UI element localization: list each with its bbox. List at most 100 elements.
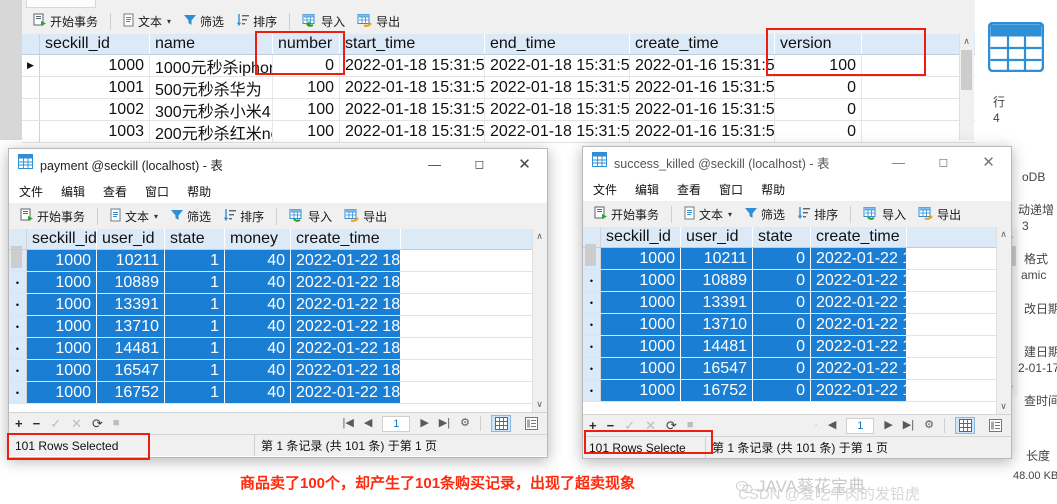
filter-button[interactable]: 筛选 bbox=[165, 206, 216, 227]
cell-seckill-id[interactable]: 1000 bbox=[601, 358, 681, 379]
cell-money[interactable]: 40 bbox=[225, 316, 291, 337]
cell-create-time[interactable]: 2022-01-16 15:31:53 bbox=[630, 55, 775, 76]
cell-state[interactable]: 1 bbox=[165, 382, 225, 403]
cell-name[interactable]: 1000元秒杀iphone8 bbox=[150, 55, 273, 76]
table-row[interactable]: •1000108891402022-01-22 18:5 bbox=[9, 272, 547, 294]
cell-seckill-id[interactable]: 1000 bbox=[40, 55, 150, 76]
cell-start-time[interactable]: 2022-01-18 15:31:53 bbox=[340, 77, 485, 98]
cell-state[interactable]: 0 bbox=[753, 336, 811, 357]
cell-seckill-id[interactable]: 1000 bbox=[27, 316, 97, 337]
last-record-button[interactable]: ▶| bbox=[903, 420, 914, 431]
cell-money[interactable]: 40 bbox=[225, 338, 291, 359]
cell-seckill-id[interactable]: 1000 bbox=[27, 338, 97, 359]
cell-seckill-id[interactable]: 1003 bbox=[40, 121, 150, 142]
next-record-button[interactable]: ▶ bbox=[884, 420, 892, 431]
table-row[interactable]: •10001654702022-01-22 18:5 bbox=[583, 358, 1011, 380]
menu-file[interactable]: 文件 bbox=[19, 183, 43, 200]
cell-start-time[interactable]: 2022-01-18 15:31:53 bbox=[340, 99, 485, 120]
cell-create-time[interactable]: 2022-01-22 18:5 bbox=[291, 338, 401, 359]
export-button[interactable]: 导出 bbox=[339, 206, 392, 227]
cell-seckill-id[interactable]: 1000 bbox=[27, 250, 97, 271]
close-button[interactable]: ✕ bbox=[502, 149, 547, 179]
add-record-button[interactable]: + bbox=[15, 417, 23, 430]
cell-user-id[interactable]: 13710 bbox=[97, 316, 165, 337]
cell-filler[interactable] bbox=[401, 338, 547, 359]
menu-edit[interactable]: 编辑 bbox=[635, 181, 659, 198]
table-row[interactable]: •1000133911402022-01-22 18:5 bbox=[9, 294, 547, 316]
settings-button[interactable]: ⚙ bbox=[924, 420, 934, 431]
cell-start-time[interactable]: 2022-01-18 15:31:53 bbox=[340, 121, 485, 142]
success-grid-body[interactable]: ▶10001021102022-01-22 18:5•1000108890202… bbox=[583, 248, 1011, 402]
cell-create-time[interactable]: 2022-01-22 18:5 bbox=[291, 294, 401, 315]
cell-create-time[interactable]: 2022-01-22 18:5 bbox=[291, 272, 401, 293]
menu-file[interactable]: 文件 bbox=[593, 181, 617, 198]
export-button[interactable]: 导出 bbox=[352, 11, 405, 32]
col-seckill-id[interactable]: seckill_id bbox=[27, 229, 97, 249]
cell-user-id[interactable]: 16547 bbox=[681, 358, 753, 379]
minimize-button[interactable]: — bbox=[412, 149, 457, 179]
cell-filler[interactable] bbox=[401, 294, 547, 315]
col-user-id[interactable]: user_id bbox=[97, 229, 165, 249]
cell-number[interactable]: 100 bbox=[273, 77, 340, 98]
cell-filler[interactable] bbox=[401, 360, 547, 381]
cell-seckill-id[interactable]: 1000 bbox=[601, 314, 681, 335]
text-button[interactable]: 文本 ▾ bbox=[105, 206, 163, 227]
col-end-time[interactable]: end_time bbox=[485, 34, 630, 54]
table-row[interactable]: •10001448102022-01-22 18:5 bbox=[583, 336, 1011, 358]
success-menubar[interactable]: 文件 编辑 查看 窗口 帮助 bbox=[583, 177, 1011, 201]
table-row[interactable]: 1003200元秒杀红米note1002022-01-18 15:31:5320… bbox=[22, 121, 1037, 143]
col-seckill-id[interactable]: seckill_id bbox=[601, 227, 681, 247]
cell-state[interactable]: 1 bbox=[165, 316, 225, 337]
scroll-up-icon[interactable]: ∧ bbox=[959, 34, 974, 49]
row-indicator[interactable]: • bbox=[583, 336, 601, 357]
cell-create-time[interactable]: 2022-01-22 18:5 bbox=[811, 314, 907, 335]
cell-number[interactable]: 100 bbox=[273, 99, 340, 120]
confirm-button[interactable]: ✓ bbox=[50, 417, 61, 430]
text-button[interactable]: 文本 ▾ bbox=[118, 11, 176, 32]
cell-state[interactable]: 1 bbox=[165, 360, 225, 381]
cell-user-id[interactable]: 16752 bbox=[681, 380, 753, 401]
cell-filler[interactable] bbox=[401, 250, 547, 271]
cell-state[interactable]: 1 bbox=[165, 338, 225, 359]
cell-create-time[interactable]: 2022-01-22 18:5 bbox=[291, 360, 401, 381]
success-killed-window[interactable]: success_killed @seckill (localhost) - 表 … bbox=[582, 146, 1012, 459]
col-user-id[interactable]: user_id bbox=[681, 227, 753, 247]
table-row[interactable]: •1000165471402022-01-22 18:5 bbox=[9, 360, 547, 382]
row-indicator[interactable]: • bbox=[9, 272, 27, 293]
prev-record-button[interactable]: ◀ bbox=[828, 420, 836, 431]
cell-user-id[interactable]: 10889 bbox=[681, 270, 753, 291]
success-scroll-down-icon[interactable]: ∨ bbox=[996, 399, 1011, 414]
cell-state[interactable]: 0 bbox=[753, 292, 811, 313]
prev-record-button[interactable]: ◀ bbox=[364, 418, 372, 429]
cell-create-time[interactable]: 2022-01-22 18:5 bbox=[291, 250, 401, 271]
background-scroll-thumb[interactable] bbox=[961, 50, 972, 90]
payment-grid[interactable]: seckill_id user_id state money create_ti… bbox=[9, 229, 547, 412]
cell-user-id[interactable]: 16547 bbox=[97, 360, 165, 381]
table-row[interactable]: •10001371002022-01-22 18:5 bbox=[583, 314, 1011, 336]
row-indicator[interactable]: • bbox=[583, 292, 601, 313]
last-record-button[interactable]: ▶| bbox=[439, 418, 450, 429]
cell-create-time[interactable]: 2022-01-16 15:31:53 bbox=[630, 77, 775, 98]
cell-money[interactable]: 40 bbox=[225, 294, 291, 315]
cell-create-time[interactable]: 2022-01-22 18:5 bbox=[811, 336, 907, 357]
table-row[interactable]: •1000144811402022-01-22 18:5 bbox=[9, 338, 547, 360]
cell-name[interactable]: 500元秒杀华为 bbox=[150, 77, 273, 98]
cell-seckill-id[interactable]: 1002 bbox=[40, 99, 150, 120]
cell-state[interactable]: 0 bbox=[753, 380, 811, 401]
cell-state[interactable]: 0 bbox=[753, 358, 811, 379]
menu-window[interactable]: 窗口 bbox=[145, 183, 169, 200]
col-number[interactable]: number bbox=[273, 34, 340, 54]
next-record-button[interactable]: ▶ bbox=[420, 418, 428, 429]
row-indicator[interactable]: • bbox=[583, 380, 601, 401]
cell-state[interactable]: 0 bbox=[753, 248, 811, 269]
text-button[interactable]: 文本 ▾ bbox=[679, 204, 737, 225]
table-row[interactable]: 1001 500元秒杀华为 100 2022-01-18 15:31:53 2022-0… bbox=[22, 77, 1037, 99]
import-button[interactable]: 导入 bbox=[297, 11, 350, 32]
cell-money[interactable]: 40 bbox=[225, 250, 291, 271]
maximize-button[interactable]: ◻ bbox=[457, 149, 502, 179]
success-navbar[interactable]: + − ✓ ✕ ⟳ ■ · ◀ 1 ▶ ▶| ⚙ bbox=[583, 414, 1011, 436]
cell-seckill-id[interactable]: 1001 bbox=[40, 77, 150, 98]
cell-name[interactable]: 200元秒杀红米note bbox=[150, 121, 273, 142]
menu-help[interactable]: 帮助 bbox=[187, 183, 211, 200]
success-scroll-up-icon[interactable]: ∧ bbox=[996, 227, 1011, 242]
